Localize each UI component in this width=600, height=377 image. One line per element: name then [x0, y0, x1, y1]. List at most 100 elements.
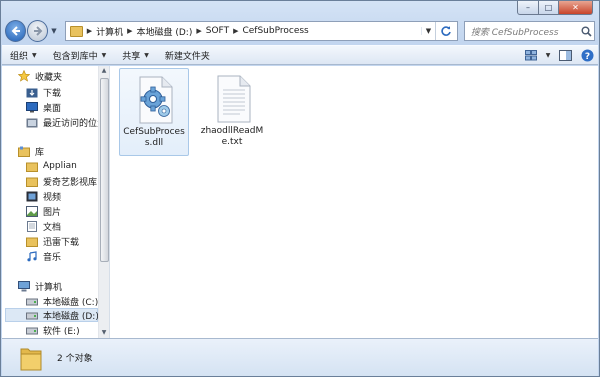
breadcrumb-cefsubprocess[interactable]: CefSubProcess — [242, 26, 308, 36]
navigation-pane[interactable]: 收藏夹 下载 桌面 最近访问的位置 库 Applian 爱奇艺影视库 视频 图片… — [2, 66, 109, 338]
new-folder-button[interactable]: 新建文件夹 — [157, 46, 218, 64]
refresh-button[interactable] — [434, 22, 457, 40]
chevron-right-icon[interactable]: ▶ — [192, 27, 205, 35]
library-icon — [18, 146, 30, 157]
nav-thunder-downloads[interactable]: 迅雷下载 — [26, 234, 109, 248]
nav-documents[interactable]: 文档 — [26, 219, 109, 233]
nav-iqiyi[interactable]: 爱奇艺影视库 — [26, 174, 109, 188]
search-placeholder: 搜索 CefSubProcess — [470, 27, 559, 38]
nav-favorites-label: 收藏夹 — [35, 72, 63, 83]
nav-videos-label: 视频 — [43, 192, 62, 203]
drive-icon — [26, 325, 38, 336]
nav-pictures-label: 图片 — [43, 207, 62, 218]
search-input[interactable]: 搜索 CefSubProcess — [463, 21, 595, 41]
content-area: 收藏夹 下载 桌面 最近访问的位置 库 Applian 爱奇艺影视库 视频 图片… — [2, 66, 598, 338]
video-icon — [26, 191, 38, 202]
explorer-window: – □ ✕ ▼ ▶ 计算机 ▶ 本地磁盘 (D:) ▶ SOFT ▶ CefSu… — [0, 0, 600, 377]
nav-drive-e-label: 软件 (E:) — [43, 326, 80, 337]
library-folder-icon — [26, 161, 38, 172]
caption-buttons: – □ ✕ — [517, 1, 593, 15]
desktop-icon — [26, 101, 38, 113]
back-arrow-icon — [11, 26, 20, 36]
item-count: 2 个对象 — [57, 354, 93, 364]
scrollbar-thumb[interactable] — [100, 78, 109, 262]
dropdown-arrow-icon: ▼ — [32, 51, 37, 59]
chevron-right-icon[interactable]: ▶ — [83, 27, 96, 35]
dll-gear-icon — [132, 75, 176, 125]
search-icon[interactable] — [578, 26, 594, 37]
download-folder-icon — [26, 87, 38, 98]
new-folder-label: 新建文件夹 — [164, 51, 210, 62]
nav-drive-d[interactable]: 本地磁盘 (D:) — [5, 308, 99, 322]
nav-music[interactable]: 音乐 — [26, 249, 109, 263]
navigation-scrollbar[interactable]: ▲ ▼ — [98, 66, 109, 338]
nav-computer[interactable]: 计算机 — [18, 279, 109, 293]
view-options-icon — [524, 49, 537, 60]
nav-drive-d-label: 本地磁盘 (D:) — [43, 311, 99, 322]
chevron-right-icon[interactable]: ▶ — [123, 27, 136, 35]
nav-thunder-downloads-label: 迅雷下载 — [43, 237, 80, 248]
nav-applian[interactable]: Applian — [26, 159, 109, 173]
share-menu[interactable]: 共享 ▼ — [114, 46, 157, 64]
file-item-zhaodllreadme-txt[interactable]: zhaodllReadMe.txt — [197, 68, 267, 156]
recent-pages-button[interactable]: ▼ — [49, 27, 59, 35]
help-icon: ? — [581, 49, 593, 62]
svg-text:?: ? — [584, 52, 589, 62]
file-item-cefsubprocess-dll[interactable]: CefSubProcess.dll — [119, 68, 189, 156]
text-file-icon — [210, 74, 254, 124]
nav-desktop-label: 桌面 — [43, 103, 62, 114]
nav-computer-label: 计算机 — [35, 282, 63, 293]
share-label: 共享 — [122, 51, 141, 62]
close-button[interactable]: ✕ — [559, 1, 593, 15]
nav-videos[interactable]: 视频 — [26, 189, 109, 203]
help-button[interactable]: ? — [576, 47, 598, 63]
nav-desktop[interactable]: 桌面 — [26, 100, 109, 114]
back-button[interactable] — [5, 20, 27, 42]
forward-button[interactable] — [27, 20, 49, 42]
breadcrumb-soft[interactable]: SOFT — [206, 26, 229, 36]
folder-icon — [69, 25, 83, 37]
nav-libraries-label: 库 — [35, 147, 45, 158]
nav-favorites[interactable]: 收藏夹 — [18, 69, 109, 83]
forward-arrow-icon — [33, 26, 43, 36]
maximize-button[interactable]: □ — [539, 1, 559, 15]
nav-recent-places[interactable]: 最近访问的位置 — [26, 115, 109, 129]
music-icon — [26, 250, 38, 262]
file-name: CefSubProcess.dll — [123, 127, 185, 148]
nav-drive-c-label: 本地磁盘 (C:) — [43, 297, 99, 308]
minimize-button[interactable]: – — [517, 1, 539, 15]
scroll-up-arrow-icon[interactable]: ▲ — [99, 66, 109, 76]
include-in-library-menu[interactable]: 包含到库中 ▼ — [45, 46, 115, 64]
nav-downloads[interactable]: 下载 — [26, 85, 109, 99]
change-view-button[interactable] — [520, 47, 542, 63]
nav-drive-c[interactable]: 本地磁盘 (C:) — [26, 294, 109, 308]
breadcrumb-computer[interactable]: 计算机 — [96, 25, 123, 38]
library-folder-icon — [26, 176, 38, 187]
nav-downloads-label: 下载 — [43, 88, 62, 99]
nav-documents-label: 文档 — [43, 222, 62, 233]
address-dropdown-button[interactable]: ▼ — [420, 27, 435, 35]
computer-icon — [18, 280, 30, 292]
preview-pane-icon — [558, 49, 572, 61]
view-dropdown-button[interactable]: ▼ — [542, 47, 554, 63]
breadcrumb-drive-d[interactable]: 本地磁盘 (D:) — [137, 25, 193, 38]
folder-icon — [20, 345, 42, 371]
dropdown-arrow-icon: ▼ — [144, 51, 149, 59]
refresh-icon — [441, 26, 452, 36]
preview-pane-button[interactable] — [554, 47, 576, 63]
organize-label: 组织 — [10, 51, 29, 62]
file-list[interactable]: CefSubProcess.dll zhaodllReadMe.txt — [110, 66, 598, 338]
address-bar[interactable]: ▶ 计算机 ▶ 本地磁盘 (D:) ▶ SOFT ▶ CefSubProcess… — [64, 21, 458, 41]
nav-pictures[interactable]: 图片 — [26, 204, 109, 218]
library-folder-icon — [26, 236, 38, 247]
command-bar: 组织 ▼ 包含到库中 ▼ 共享 ▼ 新建文件夹 ▼ ? — [2, 45, 598, 65]
nav-recent-places-label: 最近访问的位置 — [43, 118, 107, 129]
include-in-library-label: 包含到库中 — [52, 51, 98, 62]
recent-places-icon — [26, 117, 38, 128]
scroll-down-arrow-icon[interactable]: ▼ — [99, 328, 109, 338]
nav-libraries[interactable]: 库 — [18, 144, 109, 158]
organize-menu[interactable]: 组织 ▼ — [2, 46, 45, 64]
drive-icon — [26, 310, 38, 321]
chevron-right-icon[interactable]: ▶ — [229, 27, 242, 35]
nav-drive-e[interactable]: 软件 (E:) — [26, 323, 109, 337]
